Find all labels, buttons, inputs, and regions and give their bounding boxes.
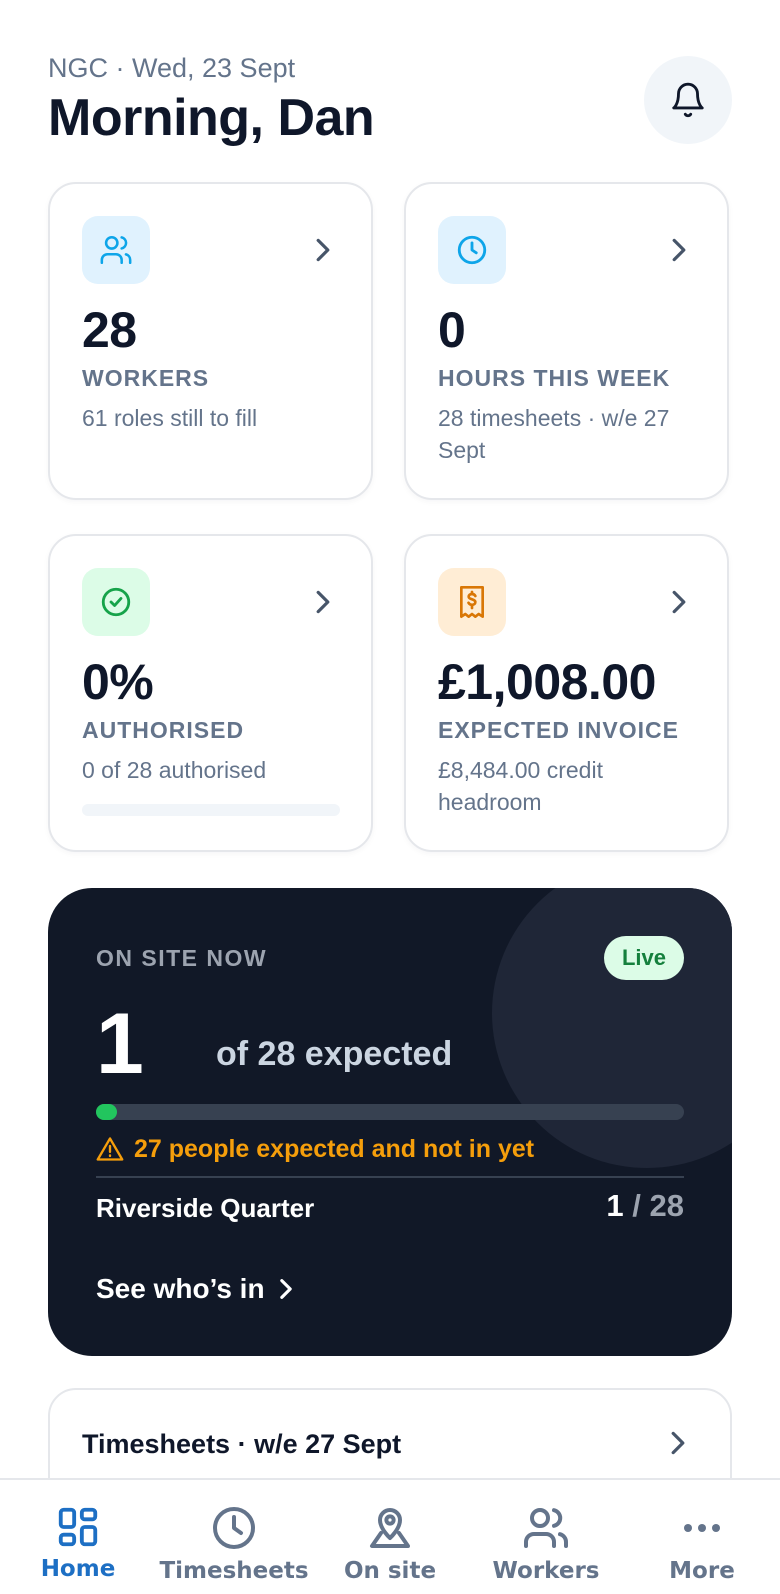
on-site-title: ON SITE NOW <box>96 945 268 971</box>
on-site-expected: of 28 expected <box>216 1035 453 1073</box>
tab-home[interactable]: Home <box>0 1480 156 1594</box>
on-site-progress-bar <box>96 1104 684 1120</box>
authorised-value: 0% <box>82 654 154 710</box>
chevron-right-icon <box>311 234 335 266</box>
see-whos-in-button[interactable]: See who’s in <box>96 1272 293 1306</box>
authorised-progress-bar <box>82 804 340 816</box>
tab-more-label: More <box>669 1558 735 1584</box>
chevron-right-icon <box>311 586 335 618</box>
tab-home-label: Home <box>40 1556 116 1582</box>
workers-card-icon <box>82 216 150 284</box>
tab-on-site[interactable]: On site <box>312 1480 468 1594</box>
invoice-value: £1,008.00 <box>438 654 656 710</box>
invoice-icon <box>460 585 484 618</box>
site-count-total: 28 <box>649 1188 684 1223</box>
authorised-description: 0 of 28 authorised <box>82 757 267 783</box>
tab-timesheets[interactable]: Timesheets <box>156 1480 312 1594</box>
workers-icon <box>100 235 132 265</box>
hours-card-icon <box>438 216 506 284</box>
workers-value: 28 <box>82 302 137 358</box>
warning-text: 27 people expected and not in yet <box>134 1135 535 1163</box>
invoice-card-icon <box>438 568 506 636</box>
notifications-button[interactable] <box>644 56 732 144</box>
divider <box>96 1176 684 1178</box>
clock-icon <box>457 235 487 265</box>
bottom-tab-bar: Home Timesheets On site Workers More <box>0 1478 780 1594</box>
bell-icon <box>672 82 704 118</box>
see-whos-in-label: See who’s in <box>96 1273 265 1304</box>
authorised-card-icon <box>82 568 150 636</box>
authorised-card[interactable]: 0% AUTHORISED 0 of 28 authorised <box>48 534 373 852</box>
on-site-now-card: ON SITE NOW Live 1 of 28 expected 27 peo… <box>48 888 732 1356</box>
warning-icon <box>96 1137 124 1161</box>
decorative-circle <box>492 888 732 1168</box>
authorised-label: AUTHORISED <box>82 717 245 743</box>
map-pin-icon <box>370 1508 410 1548</box>
home-grid-icon <box>58 1507 98 1547</box>
invoice-label: EXPECTED INVOICE <box>438 717 679 743</box>
timesheets-card-title: Timesheets · w/e 27 Sept <box>82 1429 402 1459</box>
chevron-right-icon <box>667 234 691 266</box>
header-subtitle: NGC · Wed, 23 Sept <box>48 53 296 83</box>
workers-description: 61 roles still to fill <box>82 405 258 431</box>
tab-workers-label: Workers <box>492 1558 600 1584</box>
hours-card[interactable]: 0 HOURS THIS WEEK 28 timesheets · w/e 27… <box>404 182 729 500</box>
tab-workers[interactable]: Workers <box>468 1480 624 1594</box>
invoice-description: £8,484.00 credit headroom <box>438 757 603 815</box>
page-title: Morning, Dan <box>48 89 375 147</box>
workers-card[interactable]: 28 WORKERS 61 roles still to fill <box>48 182 373 500</box>
tab-on-site-label: On site <box>343 1558 437 1584</box>
on-site-progress-fill <box>96 1104 118 1120</box>
workers-icon <box>524 1508 569 1548</box>
site-count: 1 / 28 <box>606 1188 684 1224</box>
tab-timesheets-label: Timesheets <box>159 1558 309 1584</box>
workers-label: WORKERS <box>82 365 210 391</box>
hours-description: 28 timesheets · w/e 27 Sept <box>438 405 670 463</box>
check-circle-icon <box>101 587 131 617</box>
tab-more[interactable]: More <box>624 1480 780 1594</box>
header: NGC · Wed, 23 Sept Morning, Dan <box>48 52 732 152</box>
invoice-card[interactable]: £1,008.00 EXPECTED INVOICE £8,484.00 cre… <box>404 534 729 852</box>
chevron-right-icon <box>666 1426 690 1460</box>
clock-icon <box>213 1507 255 1549</box>
chevron-right-icon <box>667 586 691 618</box>
hours-value: 0 <box>438 302 466 358</box>
chevron-right-icon <box>279 1279 292 1299</box>
site-count-value: 1 <box>606 1188 624 1223</box>
hours-label: HOURS THIS WEEK <box>438 365 671 391</box>
site-count-separator: / <box>623 1188 650 1223</box>
live-badge: Live <box>604 936 684 980</box>
missing-workers-warning: 27 people expected and not in yet <box>96 1134 534 1164</box>
more-dots-icon <box>684 1524 720 1532</box>
site-name: Riverside Quarter <box>96 1193 315 1223</box>
on-site-count: 1 <box>96 996 144 1092</box>
